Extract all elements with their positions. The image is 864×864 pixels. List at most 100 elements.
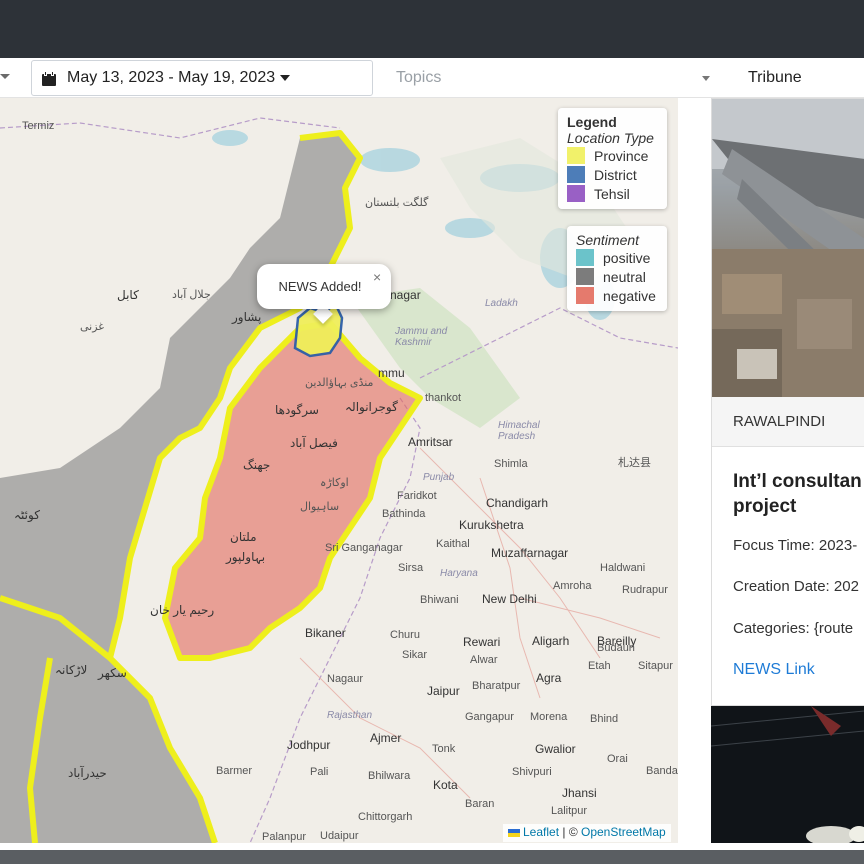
map-label: Sirsa <box>398 562 424 574</box>
map-label: Rajasthan <box>327 710 373 721</box>
map-label: 札达县 <box>618 457 651 469</box>
previous-filter-caret-icon[interactable] <box>0 74 10 79</box>
map-label: Kaithal <box>436 538 470 550</box>
map-label: Palanpur <box>262 831 307 843</box>
date-range-picker[interactable]: May 13, 2023 - May 19, 2023 <box>31 60 373 96</box>
news-location: RAWALPINDI <box>712 397 864 447</box>
map-label: ساہیوال <box>300 501 340 513</box>
legend-title: Legend <box>567 114 617 130</box>
topics-select[interactable]: Topics <box>374 60 714 96</box>
legend-swatch <box>567 185 585 202</box>
map-label: thankot <box>425 392 462 404</box>
map-label: لاڑکانہ <box>55 663 88 677</box>
map-label: Punjab <box>423 472 455 483</box>
news-map[interactable]: Termiz کابل جلال آباد پشاور غزنی کوئٹہ م… <box>0 98 678 843</box>
calendar-icon <box>42 70 56 86</box>
legend-label: positive <box>603 249 651 266</box>
map-label: mmu <box>378 366 405 380</box>
chevron-down-icon <box>702 76 710 81</box>
map-label: Chittorgarh <box>358 811 413 823</box>
map-label: فیصل آباد <box>290 436 338 450</box>
map-canvas <box>0 117 678 843</box>
map-label: Amroha <box>553 580 592 592</box>
map-label: Orai <box>607 753 628 765</box>
legend-sentiment-heading: Sentiment <box>576 232 640 248</box>
map-label: Bhilwara <box>368 770 411 782</box>
map-label: Jodhpur <box>287 738 331 752</box>
date-range-label: May 13, 2023 - May 19, 2023 <box>67 69 276 86</box>
map-label: Amritsar <box>408 435 453 449</box>
map-label: Kurukshetra <box>459 518 524 532</box>
news-card-image-next <box>711 706 864 843</box>
map-label: Morena <box>530 711 568 723</box>
source-label: Tribune <box>748 69 802 86</box>
map-label: کوئٹہ <box>14 508 40 522</box>
map-label: Bharatpur <box>472 680 521 692</box>
map-label: Faridkot <box>397 490 437 502</box>
map-label: گوجرانوالہ <box>345 400 398 414</box>
map-label: سکھر <box>98 666 127 680</box>
map-label: رحیم یار خان <box>150 603 215 617</box>
filter-bar: May 13, 2023 - May 19, 2023 Topics Tribu… <box>0 58 864 98</box>
map-label: Rewari <box>463 635 501 649</box>
map-label: Pali <box>310 766 329 778</box>
map-label: Himachal Pradesh <box>498 420 540 442</box>
attribution-separator: | © <box>559 825 581 839</box>
map-label: Ajmer <box>370 731 402 745</box>
map-label: Chandigarh <box>486 496 549 510</box>
map-label: Shimla <box>494 458 528 470</box>
legend-label: neutral <box>603 268 646 285</box>
map-label: کابل <box>117 288 139 302</box>
map-label: Banda <box>646 765 678 777</box>
map-label: Muzaffarnagar <box>491 546 569 560</box>
map-label: Kota <box>433 778 458 792</box>
legend-swatch <box>576 268 594 285</box>
source-select[interactable]: Tribune <box>748 60 802 96</box>
legend-swatch <box>576 287 594 304</box>
map-label: Jammu and Kashmir <box>395 326 448 348</box>
news-link[interactable]: NEWS Link <box>733 661 815 679</box>
map-label: nagar <box>390 288 421 302</box>
legend-label: District <box>594 166 637 183</box>
map-label: Ladakh <box>485 298 518 309</box>
map-label: Aligarh <box>532 634 570 648</box>
legend-label: negative <box>603 287 656 304</box>
map-label: حیدرآباد <box>68 766 107 780</box>
sentiment-legend: Sentiment positive neutral negative <box>567 226 667 311</box>
leaflet-link[interactable]: Leaflet <box>523 825 559 839</box>
map-label: جلال آباد <box>172 289 211 301</box>
close-icon[interactable]: × <box>373 269 381 285</box>
legend-item: negative <box>576 286 658 305</box>
map-label: اوکاڑہ <box>320 477 349 489</box>
map-label: Sitapur <box>638 660 673 672</box>
map-label: Jhansi <box>562 786 597 800</box>
map-label: Sri Ganganagar <box>325 542 403 554</box>
news-card: RAWALPINDI Int’l consultan project Focus… <box>711 98 864 706</box>
legend-swatch <box>567 147 585 164</box>
news-categories: Categories: {route <box>733 620 854 637</box>
legend-item: neutral <box>576 267 658 286</box>
map-label: New Delhi <box>482 592 537 606</box>
map-label: Lalitpur <box>551 805 588 817</box>
map-label: Sikar <box>402 649 428 661</box>
map-label: Haldwani <box>600 562 646 574</box>
map-label: Termiz <box>22 120 55 132</box>
map-label: Haryana <box>440 568 478 579</box>
map-label: Bhiwani <box>420 594 459 606</box>
legend-item: positive <box>576 248 658 267</box>
map-label: Bathinda <box>382 508 426 520</box>
legend-swatch <box>567 166 585 183</box>
news-title-line: Int’l consultan <box>733 471 862 492</box>
map-label: Udaipur <box>320 830 359 842</box>
openstreetmap-link[interactable]: OpenStreetMap <box>581 825 666 839</box>
legend-item: Tehsil <box>567 184 658 203</box>
ukraine-flag-icon <box>508 828 520 837</box>
map-label: Etah <box>588 660 611 672</box>
map-label: Budaun <box>597 642 635 654</box>
map-label: Gwalior <box>535 742 576 756</box>
news-popup: NEWS Added! <box>257 264 391 309</box>
news-focus-time: Focus Time: 2023- <box>733 537 858 554</box>
news-image <box>712 99 864 397</box>
news-title-line: project <box>733 496 797 517</box>
map-label: Bikaner <box>305 626 346 640</box>
